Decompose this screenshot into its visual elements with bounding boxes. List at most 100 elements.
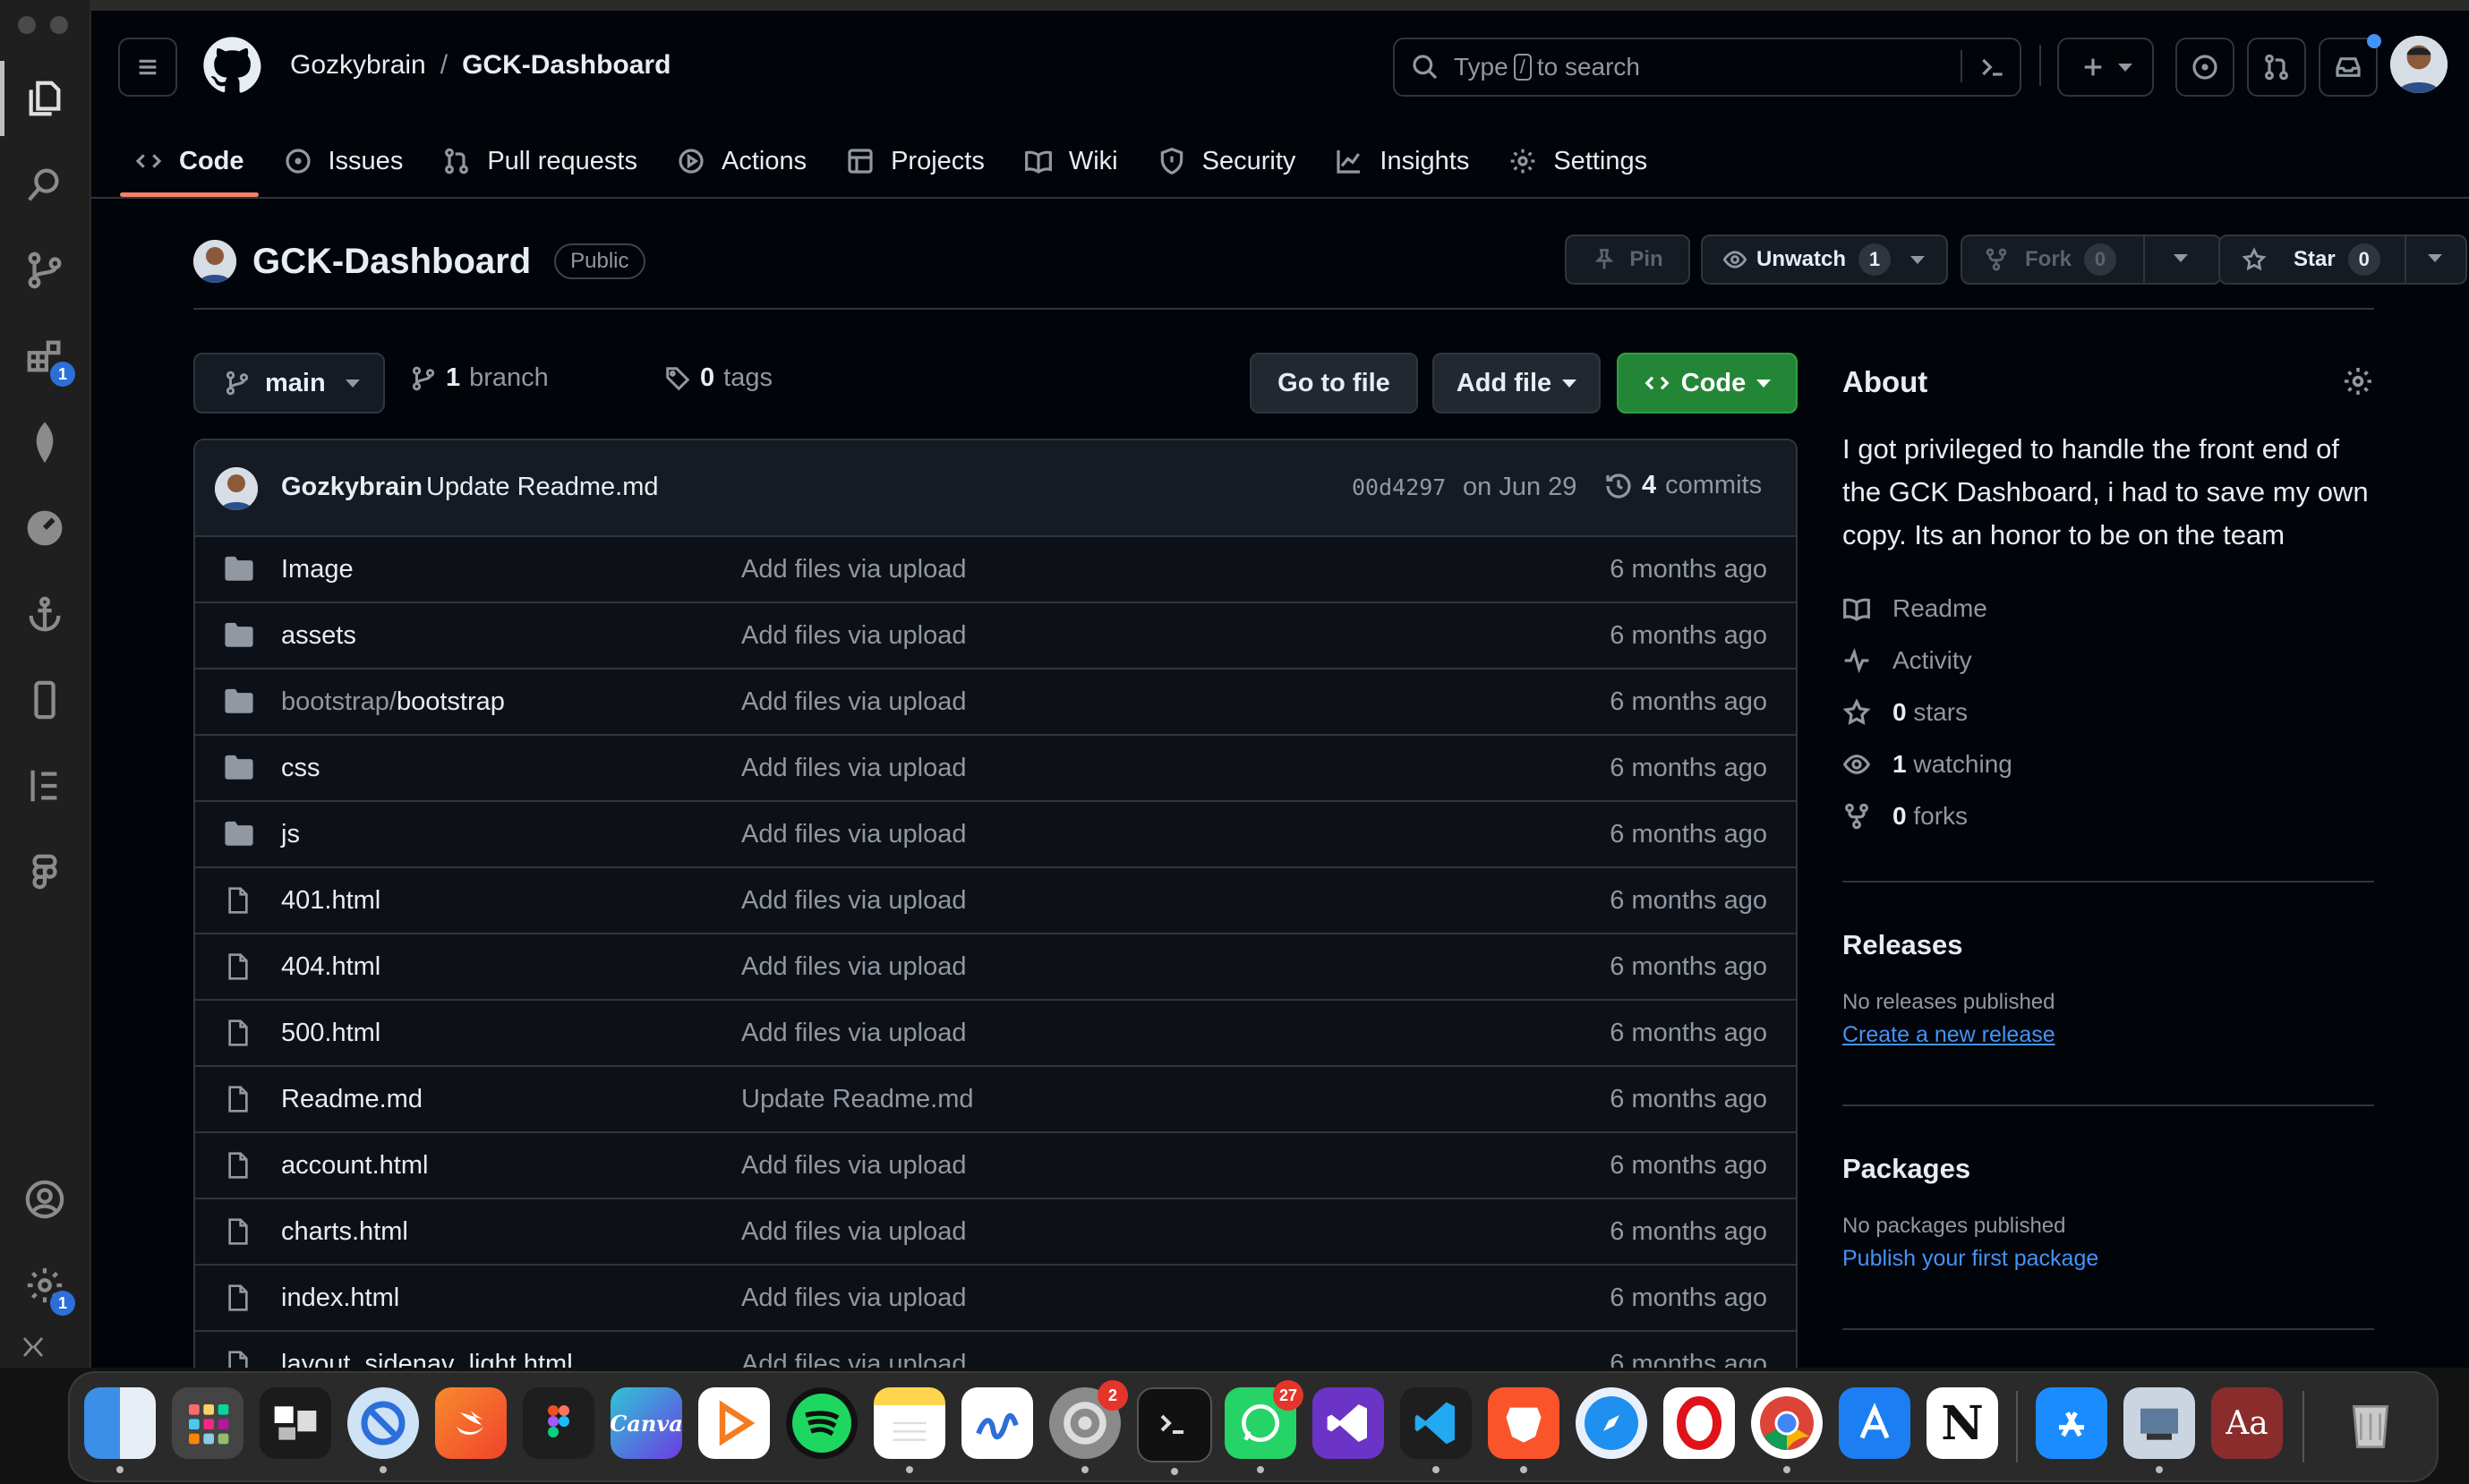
chevron-down-icon[interactable] [2174,254,2188,262]
code-button[interactable]: Code [1617,353,1798,414]
remote-icon[interactable] [20,1334,47,1360]
canva-icon[interactable]: Canva [610,1387,683,1459]
branch-selector[interactable]: main [193,353,385,414]
fork-button[interactable]: Fork 0 [1961,235,2222,285]
create-new-button[interactable] [2057,38,2154,97]
file-row[interactable]: charts.html Add files via upload 6 months … [195,1199,1796,1266]
figma-icon[interactable] [20,847,70,897]
commit-hash[interactable]: 00d4297 [1352,474,1446,500]
swift-icon[interactable] [435,1387,507,1459]
file-commit-message[interactable]: Add files via upload [741,1151,967,1181]
file-name[interactable]: 401.html [281,886,380,916]
file-name[interactable]: account.html [281,1151,428,1181]
file-commit-message[interactable]: Add files via upload [741,820,967,849]
chevron-down-icon[interactable] [2428,254,2442,262]
watching-link[interactable]: 1 watching [1842,750,2012,779]
device-icon[interactable] [20,675,70,725]
user-avatar[interactable] [2390,36,2448,93]
manage-gear-icon[interactable]: 1 [20,1260,75,1316]
trash-icon[interactable] [2335,1387,2406,1459]
file-row[interactable]: 404.html Add files via upload 6 months ago [195,934,1796,1001]
commits-link[interactable]: 4 commits [1604,471,1762,500]
stars-link[interactable]: 0 stars [1842,698,1968,727]
forks-link[interactable]: 0 forks [1842,802,1968,831]
releases-heading[interactable]: Releases [1842,929,1962,961]
file-row[interactable]: Readme.md Update Readme.md 6 months ago [195,1067,1796,1133]
file-name[interactable]: assets [281,621,356,651]
commit-author[interactable]: Gozkybrain [281,473,423,502]
file-commit-message[interactable]: Add files via upload [741,952,967,982]
vscode-icon[interactable] [1400,1387,1472,1473]
chrome-icon[interactable] [1751,1387,1823,1473]
screens-icon[interactable] [260,1387,331,1459]
anchor-icon[interactable] [20,589,70,639]
list-icon[interactable] [20,761,70,811]
file-row[interactable]: css Add files via upload 6 months ago [195,736,1796,802]
tab-wiki[interactable]: Wiki [1004,127,1138,195]
visual-studio-icon[interactable] [1312,1387,1384,1459]
menu-button[interactable] [118,38,177,97]
freeform-icon[interactable] [961,1387,1033,1459]
command-palette-icon[interactable] [1978,53,2007,81]
file-name[interactable]: Image [281,555,354,584]
file-row[interactable]: assets Add files via upload 6 months ago [195,603,1796,670]
file-commit-message[interactable]: Add files via upload [741,1217,967,1247]
file-row[interactable]: account.html Add files via upload 6 months… [195,1133,1796,1199]
search-icon[interactable] [20,159,70,209]
xcode-icon[interactable] [1839,1387,1910,1459]
infuse-icon[interactable] [698,1387,770,1459]
gauge-icon[interactable] [20,503,70,553]
notion-icon[interactable]: N [1927,1387,1998,1459]
go-to-file-button[interactable]: Go to file [1250,353,1418,414]
notes-icon[interactable] [874,1387,945,1473]
issues-button[interactable] [2175,38,2234,97]
leaf-icon[interactable] [20,417,70,467]
file-row[interactable]: index.html Add files via upload 6 months a… [195,1266,1796,1332]
file-name[interactable]: bootstrap/bootstrap [281,687,505,717]
file-commit-message[interactable]: Add files via upload [741,1019,967,1048]
file-name[interactable]: js [281,820,300,849]
tab-settings[interactable]: Settings [1489,127,1667,195]
file-commit-message[interactable]: Add files via upload [741,1284,967,1313]
tags-link[interactable]: 0 tags [664,363,773,393]
activity-link[interactable]: Activity [1842,646,1972,675]
tab-actions[interactable]: Actions [657,127,826,195]
repo-name[interactable]: GCK-Dashboard [252,242,531,282]
brave-icon[interactable] [1488,1387,1559,1473]
system-settings-icon[interactable]: 2 [1049,1380,1128,1473]
file-row[interactable]: js Add files via upload 6 months ago [195,802,1796,868]
file-commit-message[interactable]: Add files via upload [741,687,967,717]
file-commit-message[interactable]: Add files via upload [741,754,967,783]
star-button[interactable]: Star 0 [2218,235,2467,285]
file-row[interactable]: bootstrap/bootstrap Add files via upload 6… [195,670,1796,736]
tab-issues[interactable]: Issues [264,127,423,195]
add-file-button[interactable]: Add file [1432,353,1601,414]
gear-icon[interactable] [2342,365,2374,397]
packages-heading[interactable]: Packages [1842,1153,1970,1185]
publish-package-link[interactable]: Publish your first package [1842,1246,2098,1272]
pull-requests-button[interactable] [2247,38,2306,97]
safari-icon[interactable] [1576,1387,1647,1459]
commit-author-avatar[interactable] [215,467,258,510]
notifications-button[interactable] [2319,34,2381,97]
github-logo-icon[interactable] [202,36,261,95]
file-row[interactable]: Image Add files via upload 6 months ago [195,537,1796,603]
file-commit-message[interactable]: Add files via upload [741,555,967,584]
file-name[interactable]: 500.html [281,1019,380,1048]
preview-icon[interactable] [2123,1387,2195,1473]
file-name[interactable]: charts.html [281,1217,408,1247]
tab-code[interactable]: Code [115,127,264,197]
file-name[interactable]: index.html [281,1284,399,1313]
whatsapp-icon[interactable]: 27 [1225,1380,1303,1473]
create-release-link[interactable]: Create a new release [1842,1022,2055,1048]
file-row[interactable]: 401.html Add files via upload 6 months ago [195,868,1796,934]
opera-icon[interactable] [1663,1387,1735,1459]
explorer-icon[interactable] [0,61,70,136]
figma-icon[interactable] [523,1387,594,1459]
breadcrumb-repo[interactable]: GCK-Dashboard [462,50,671,81]
file-commit-message[interactable]: Update Readme.md [741,1085,974,1114]
file-name[interactable]: 404.html [281,952,380,982]
search-input[interactable]: Type / to search [1393,38,2021,97]
terminal-icon[interactable] [1137,1387,1212,1475]
pin-button[interactable]: Pin [1565,235,1690,285]
